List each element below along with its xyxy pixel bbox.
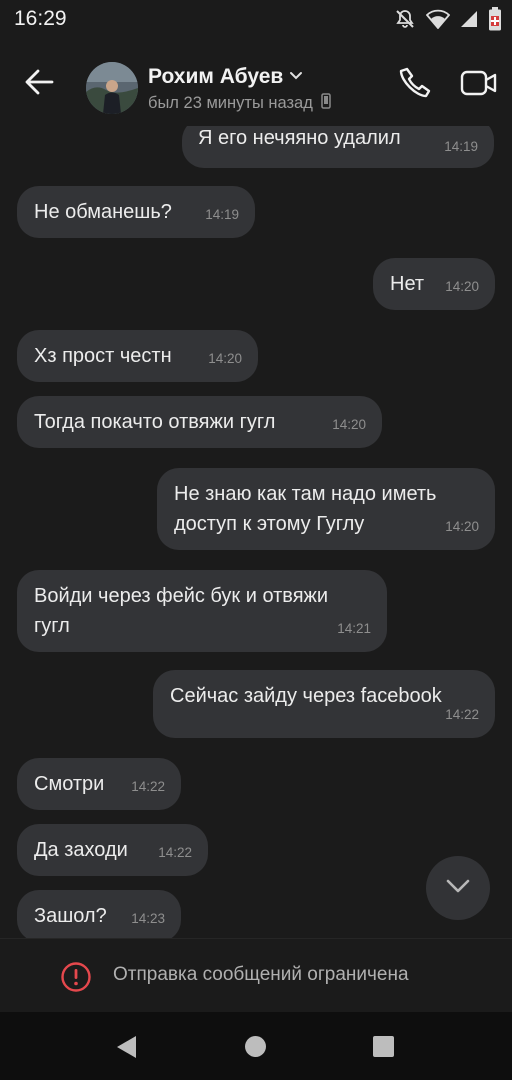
message-bubble-in[interactable]: Войди через фейс бук и отвяжи гугл 14:21 — [17, 570, 387, 652]
message-time: 14:22 — [158, 845, 192, 860]
message-text: Войди через фейс бук и отвяжи гугл — [34, 585, 329, 637]
video-call-button[interactable] — [456, 64, 502, 106]
message-time: 14:22 — [131, 779, 165, 794]
contact-name-row[interactable]: Рохим Абуев — [148, 65, 303, 89]
message-time: 14:22 — [445, 707, 479, 722]
warning-icon — [60, 961, 92, 993]
status-icons — [394, 6, 502, 32]
message-bubble-in[interactable]: Зашол? 14:23 — [17, 890, 181, 938]
message-text: Сейчас зайду через facebook — [170, 685, 442, 707]
restriction-text: Отправка сообщений ограничена — [113, 964, 409, 985]
message-time: 14:21 — [337, 621, 371, 636]
message-text: Не знаю как там надо иметь доступ к этом… — [174, 483, 437, 535]
status-bar: 16:29 — [0, 0, 512, 40]
message-bubble-out[interactable]: Нет 14:20 — [373, 258, 495, 310]
nav-home-icon[interactable] — [245, 1036, 266, 1057]
contact-name: Рохим Абуев — [148, 65, 284, 88]
chat-header: Рохим Абуев был 23 минуты назад — [0, 40, 512, 126]
nav-recents-icon[interactable] — [373, 1036, 394, 1057]
chevron-down-icon — [289, 68, 303, 86]
mute-icon — [394, 8, 416, 30]
chevron-down-icon — [445, 878, 471, 899]
message-time: 14:20 — [445, 519, 479, 534]
back-button[interactable] — [14, 64, 64, 104]
message-text: Я его нечяяно удалил — [198, 127, 401, 149]
message-time: 14:19 — [205, 207, 239, 222]
message-bubble-out[interactable]: Сейчас зайду через facebook 14:22 — [153, 670, 495, 738]
avatar[interactable] — [86, 62, 138, 114]
voice-call-button[interactable] — [394, 64, 436, 106]
message-bubble-out[interactable]: Я его нечяяно удалил 14:19 — [182, 126, 494, 168]
system-nav-bar — [0, 1012, 512, 1080]
message-bubble-in[interactable]: Да заходи 14:22 — [17, 824, 208, 876]
message-time: 14:20 — [332, 417, 366, 432]
message-bubble-in[interactable]: Не обманешь? 14:19 — [17, 186, 255, 238]
phone-call-icon — [398, 66, 432, 105]
contact-status-row: был 23 минуты назад — [148, 93, 331, 114]
signal-icon — [460, 10, 478, 28]
last-seen-status: был 23 минуты назад — [148, 94, 313, 112]
status-time: 16:29 — [14, 7, 67, 30]
messaging-restricted-bar: Отправка сообщений ограничена — [0, 938, 512, 1012]
scroll-to-bottom-button[interactable] — [426, 856, 490, 920]
message-time: 14:23 — [131, 911, 165, 926]
message-time: 14:20 — [208, 351, 242, 366]
message-bubble-in[interactable]: Смотри 14:22 — [17, 758, 181, 810]
message-bubble-in[interactable]: Тогда покачто отвяжи гугл 14:20 — [17, 396, 382, 448]
phone-device-icon — [321, 93, 331, 114]
nav-back-icon[interactable] — [114, 1034, 138, 1065]
message-list[interactable]: Я его нечяяно удалил 14:19 Не обманешь? … — [0, 126, 512, 938]
video-call-icon — [460, 69, 498, 102]
battery-icon — [488, 7, 502, 31]
message-bubble-in[interactable]: Хз прост честн 14:20 — [17, 330, 258, 382]
wifi-icon — [426, 9, 450, 29]
message-text: Тогда покачто отвяжи гугл — [34, 411, 276, 433]
message-time: 14:19 — [444, 139, 478, 154]
message-time: 14:20 — [445, 279, 479, 294]
message-bubble-out[interactable]: Не знаю как там надо иметь доступ к этом… — [157, 468, 495, 550]
back-arrow-icon — [24, 69, 54, 100]
